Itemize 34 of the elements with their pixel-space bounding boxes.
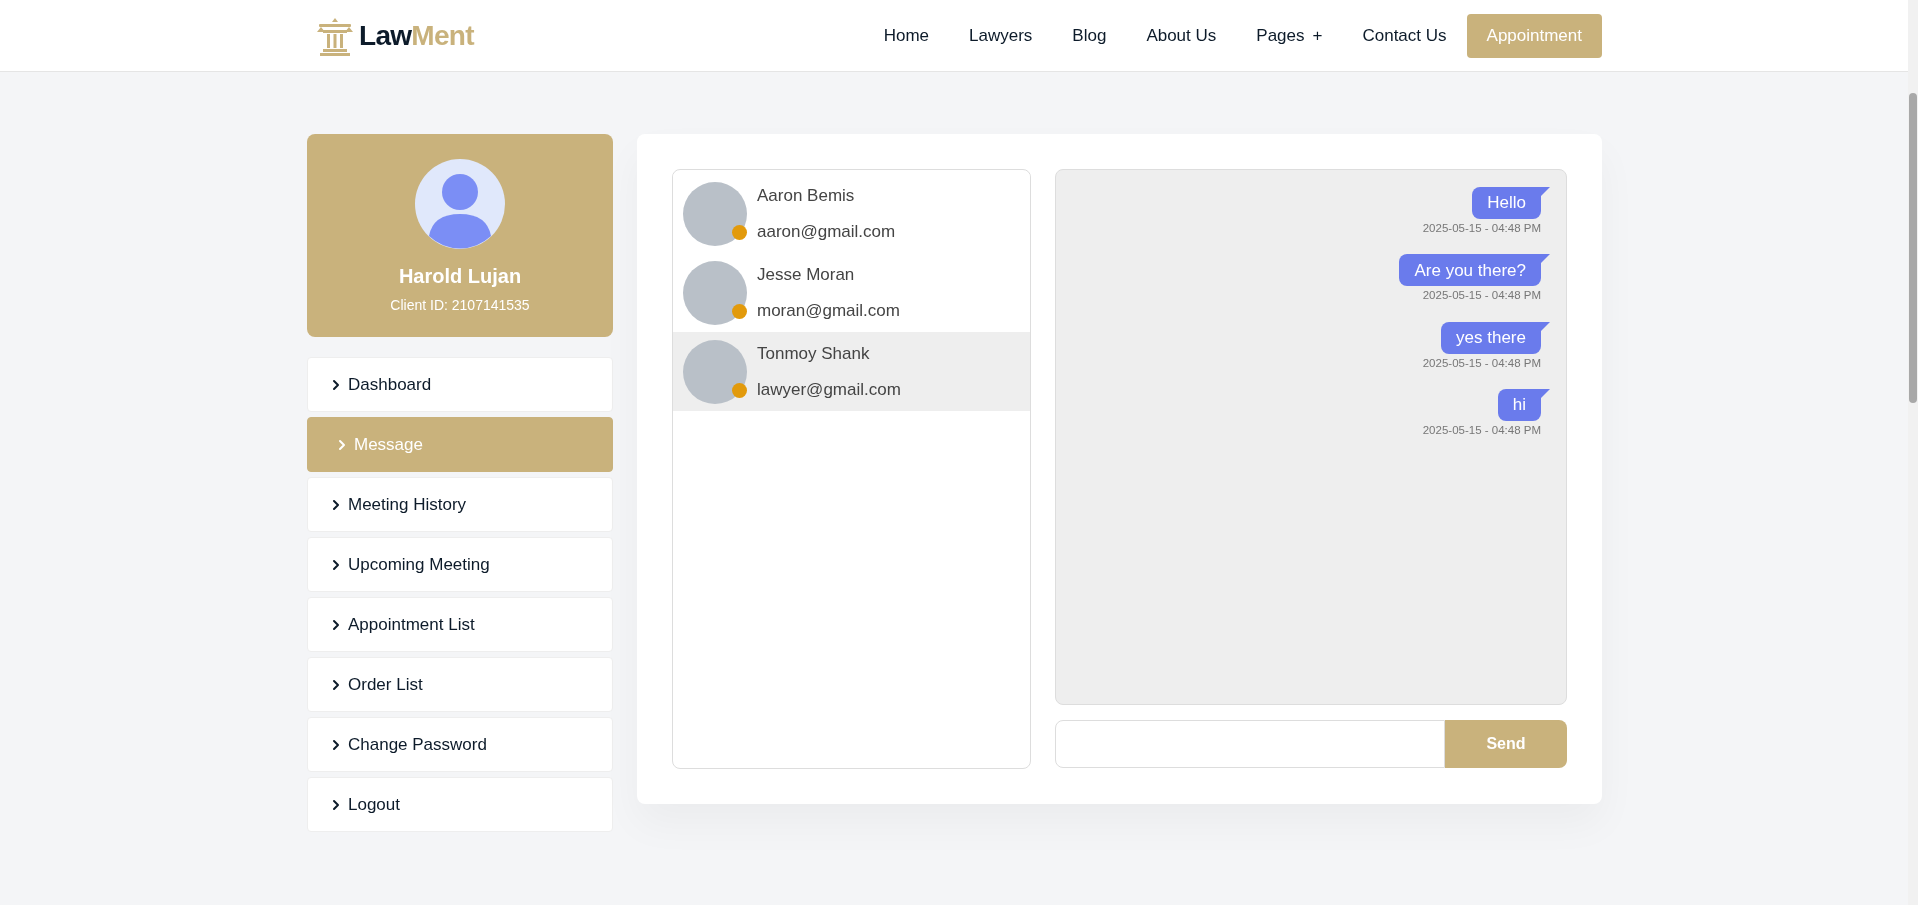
message-timestamp: 2025-05-15 - 04:48 PM: [1422, 221, 1541, 236]
nav-link[interactable]: Contact Us: [1362, 22, 1447, 49]
sidebar-menu-item[interactable]: Dashboard: [307, 357, 613, 412]
message-timestamp: 2025-05-15 - 04:48 PM: [1422, 288, 1541, 304]
message-timestamp: 2025-05-15 - 04:48 PM: [1422, 355, 1541, 371]
message-timestamp: 2025-05-15 - 04:48 PM: [1422, 422, 1541, 438]
sidebar-menu-item[interactable]: Appointment List: [307, 597, 613, 652]
nav-link[interactable]: Home: [883, 22, 930, 49]
sidebar-menu-item[interactable]: Change Password: [307, 717, 613, 772]
contact-email: moran@gmail.com: [757, 299, 900, 322]
nav-link[interactable]: Blog: [1072, 22, 1107, 49]
logo-text[interactable]: LawMent: [359, 14, 474, 57]
user-avatar-icon: [415, 159, 505, 249]
sidebar-menu-item[interactable]: Meeting History: [307, 477, 613, 532]
nav-link[interactable]: Lawyers: [969, 22, 1033, 49]
contact-email: aaron@gmail.com: [757, 220, 896, 243]
bubble-tail-icon: [1541, 254, 1550, 264]
contact-name: Tonmoy Shank: [757, 343, 871, 365]
sidebar-menu-item[interactable]: Logout: [307, 777, 613, 832]
bubble-tail-icon: [1541, 187, 1550, 196]
contact-name: Aaron Bemis: [757, 185, 856, 207]
bubble-tail-icon: [1541, 321, 1550, 331]
message-input-field[interactable]: [1055, 720, 1445, 768]
contact-email: lawyer@gmail.com: [757, 378, 901, 401]
bubble-tail-icon: [1541, 388, 1550, 398]
sidebar-menu-item[interactable]: Upcoming Meeting: [307, 537, 613, 592]
scrollbar[interactable]: [1908, 0, 1918, 905]
client-id: Client ID: 2107141535: [390, 296, 530, 315]
nav-link[interactable]: About Us: [1146, 22, 1217, 49]
contact-item[interactable]: Tonmoy Shank lawyer@gmail.com: [673, 332, 1030, 411]
sidebar-menu-item[interactable]: Order List: [307, 657, 613, 712]
nav-link[interactable]: Pages +: [1256, 22, 1323, 49]
profile-name: Harold Lujan: [398, 264, 522, 289]
contact-name: Jesse Moran: [757, 264, 856, 286]
